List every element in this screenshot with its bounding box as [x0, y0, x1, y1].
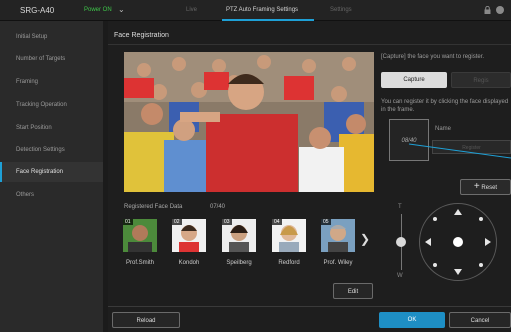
camera-preview[interactable]	[124, 52, 374, 192]
gear-icon[interactable]	[496, 6, 504, 14]
model-name: SRG-A40	[20, 6, 55, 15]
capture-instruction: [Capture] the face you want to register.	[381, 54, 485, 60]
face-number: 04	[272, 219, 282, 225]
registered-count: 07/40	[210, 204, 226, 210]
sidebar-item-face-registration[interactable]: Face Registration	[0, 162, 103, 182]
zoom-tele-label: T	[398, 204, 402, 210]
ok-button[interactable]: OK	[379, 312, 445, 328]
face-thumbnail[interactable]: 03	[222, 219, 256, 252]
name-label: Name	[435, 126, 452, 132]
pan-tilt-arrows	[425, 209, 491, 275]
lock-icon[interactable]	[484, 6, 491, 14]
edit-button[interactable]: Edit	[333, 283, 373, 299]
face-number: 05	[321, 219, 331, 225]
tab-ptz-auto-framing[interactable]: PTZ Auto Framing Settings	[226, 7, 298, 13]
power-status: Power ON	[84, 7, 112, 13]
pointer-line	[408, 143, 511, 159]
sidebar-item-number-of-targets[interactable]: Number of Targets	[0, 49, 103, 69]
face-name: Speilberg	[226, 260, 252, 266]
home-icon	[453, 237, 463, 247]
face-name: Kondoh	[178, 260, 200, 266]
face-name: Prof. Wiley	[323, 260, 353, 266]
register-button-disabled[interactable]: Regis	[451, 72, 511, 88]
cancel-button[interactable]: Cancel	[449, 312, 511, 328]
chevron-down-icon[interactable]: ⌄	[118, 5, 125, 14]
face-list: 01 Prof.Smith 02 Kondoh 03 Speilberg 04 …	[120, 212, 374, 272]
face-number: 03	[222, 219, 232, 225]
capture-button[interactable]: Capture	[381, 72, 447, 88]
zoom-wide-label: W	[397, 273, 403, 279]
sidebar-item-detection-settings[interactable]: Detection Settings	[0, 140, 103, 160]
arrow-right-icon	[485, 238, 491, 246]
tab-settings[interactable]: Settings	[330, 7, 352, 13]
chevron-right-icon[interactable]: ❯	[360, 232, 370, 246]
reload-button[interactable]: Reload	[112, 312, 180, 328]
face-thumbnail[interactable]: 02	[172, 219, 206, 252]
tab-live[interactable]: Live	[186, 7, 197, 13]
crowd-image	[124, 52, 374, 192]
sidebar-item-start-position[interactable]: Start Position	[0, 118, 103, 138]
face-number: 01	[123, 219, 133, 225]
arrow-left-icon	[425, 238, 431, 246]
face-name: Prof.Smith	[125, 260, 154, 266]
face-thumbnail[interactable]: 04	[272, 219, 306, 252]
sidebar: Initial Setup Number of Targets Framing …	[0, 21, 103, 332]
reset-label: Reset	[481, 185, 498, 191]
sidebar-item-tracking-operation[interactable]: Tracking Operation	[0, 95, 103, 115]
plus-icon: +	[473, 181, 480, 192]
arrow-down-icon	[454, 269, 462, 275]
face-thumbnail[interactable]: 05	[321, 219, 355, 252]
title-divider	[108, 44, 511, 45]
sidebar-item-initial-setup[interactable]: Initial Setup	[0, 27, 103, 47]
face-name: Redford	[278, 260, 300, 266]
registered-face-data-label: Registered Face Data	[124, 204, 183, 210]
sidebar-item-others[interactable]: Others	[0, 185, 103, 205]
top-bar: SRG-A40 Power ON ⌄ Live PTZ Auto Framing…	[0, 0, 511, 21]
reset-button[interactable]: + Reset	[460, 179, 511, 195]
face-number: 02	[172, 219, 182, 225]
face-thumbnail[interactable]: 01	[123, 219, 157, 252]
zoom-slider-handle[interactable]	[396, 237, 406, 247]
register-instruction: You can register it by clicking the face…	[381, 99, 509, 113]
sidebar-item-framing[interactable]: Framing	[0, 72, 103, 92]
arrow-up-icon	[454, 209, 462, 215]
page-title: Face Registration	[114, 32, 169, 39]
